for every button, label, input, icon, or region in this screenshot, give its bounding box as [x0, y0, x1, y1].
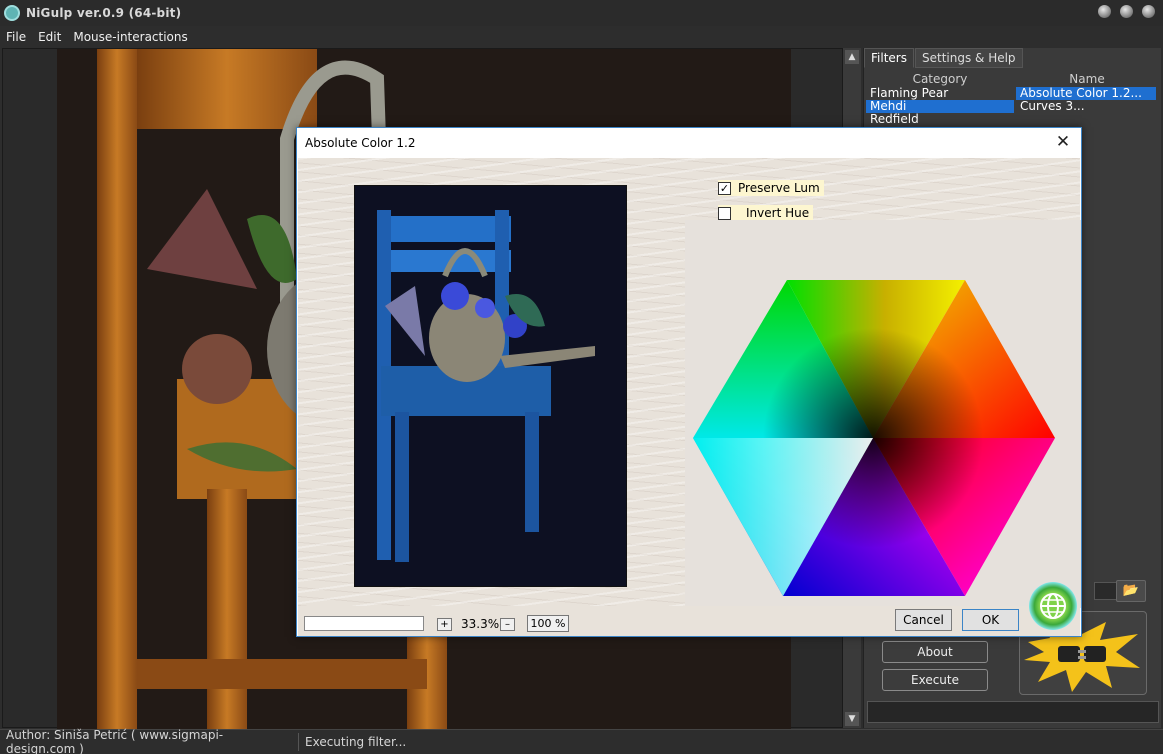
- maximize-button[interactable]: [1120, 5, 1133, 18]
- dialog-body: ✓ Preserve Lum Invert Hue: [298, 158, 1081, 608]
- name-header: Name: [1069, 72, 1105, 86]
- menu-edit[interactable]: Edit: [32, 30, 67, 44]
- preview-photo-illustration: [355, 186, 626, 586]
- color-hexagon-panel[interactable]: [685, 220, 1081, 608]
- scroll-up-icon[interactable]: ▲: [845, 50, 859, 64]
- zoom-100-button[interactable]: 100 %: [527, 615, 569, 632]
- zoom-in-button[interactable]: +: [437, 618, 452, 631]
- zoom-value: 33.3%: [461, 617, 500, 631]
- status-author: Author: Siniša Petrić ( www.sigmapi-desi…: [6, 728, 224, 754]
- color-hexagon[interactable]: [685, 220, 1081, 608]
- invert-hue-checkbox[interactable]: [718, 206, 731, 220]
- preserve-lum-option[interactable]: ✓ Preserve Lum: [718, 180, 824, 196]
- menu-file[interactable]: File: [0, 30, 32, 44]
- folder-open-icon[interactable]: 📂: [1116, 580, 1146, 602]
- window-controls: [1098, 5, 1155, 18]
- globe-icon[interactable]: [1029, 582, 1077, 630]
- category-item-redfield[interactable]: Redfield: [866, 113, 1014, 126]
- invert-hue-label: Invert Hue: [746, 206, 810, 220]
- minimize-button[interactable]: [1098, 5, 1111, 18]
- absolute-color-dialog: Absolute Color 1.2 ✕ ✓ Preserve Lum Inve…: [296, 127, 1082, 637]
- status-message: Executing filter...: [305, 735, 407, 749]
- execute-button[interactable]: Execute: [882, 669, 988, 691]
- filter-preview[interactable]: [354, 185, 627, 587]
- window-title: NiGulp ver.0.9 (64-bit): [26, 6, 182, 20]
- app-icon: [4, 5, 20, 21]
- category-header: Category: [912, 72, 968, 86]
- tab-filters[interactable]: Filters: [864, 48, 914, 68]
- about-button[interactable]: About: [882, 641, 988, 663]
- dialog-title: Absolute Color 1.2: [305, 136, 416, 150]
- close-window-button[interactable]: [1142, 5, 1155, 18]
- zoom-out-button[interactable]: –: [500, 618, 515, 631]
- invert-hue-option[interactable]: Invert Hue: [718, 205, 814, 221]
- info-field: [867, 701, 1159, 723]
- preserve-lum-checkbox[interactable]: ✓: [718, 181, 731, 195]
- progress-bar: [304, 616, 424, 631]
- preserve-lum-label: Preserve Lum: [738, 181, 820, 195]
- dialog-title-bar: Absolute Color 1.2 ✕: [297, 128, 1081, 158]
- menu-mouse-interactions[interactable]: Mouse-interactions: [67, 30, 193, 44]
- close-icon[interactable]: ✕: [1053, 132, 1073, 152]
- scroll-down-icon[interactable]: ▼: [845, 712, 859, 726]
- tab-settings-help[interactable]: Settings & Help: [914, 48, 1023, 68]
- panel-tabs: Filters Settings & Help: [864, 48, 1161, 68]
- title-bar: NiGulp ver.0.9 (64-bit): [0, 0, 1163, 26]
- name-item-curves[interactable]: Curves 3...: [1016, 100, 1156, 113]
- dialog-footer: + 33.3% – 100 % Cancel OK: [298, 606, 1080, 636]
- ok-button[interactable]: OK: [962, 609, 1019, 631]
- cancel-button[interactable]: Cancel: [895, 609, 952, 631]
- status-bar: Author: Siniša Petrić ( www.sigmapi-desi…: [0, 728, 1163, 754]
- menu-bar: File Edit Mouse-interactions: [0, 26, 1163, 47]
